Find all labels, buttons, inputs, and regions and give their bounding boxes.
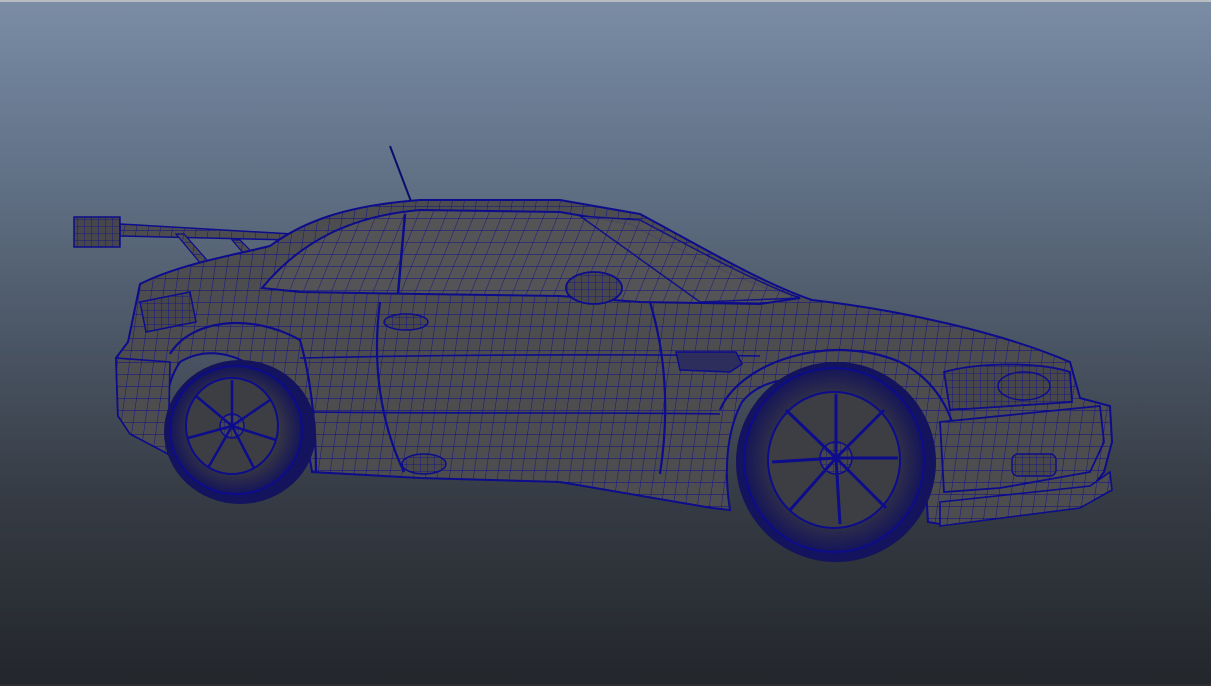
rear-wheel <box>164 360 316 504</box>
front-wheel <box>736 362 936 562</box>
antenna <box>389 145 413 205</box>
car-wireframe-model[interactable] <box>0 2 1211 686</box>
side-mirror <box>565 271 623 305</box>
viewport-3d[interactable] <box>0 0 1211 684</box>
